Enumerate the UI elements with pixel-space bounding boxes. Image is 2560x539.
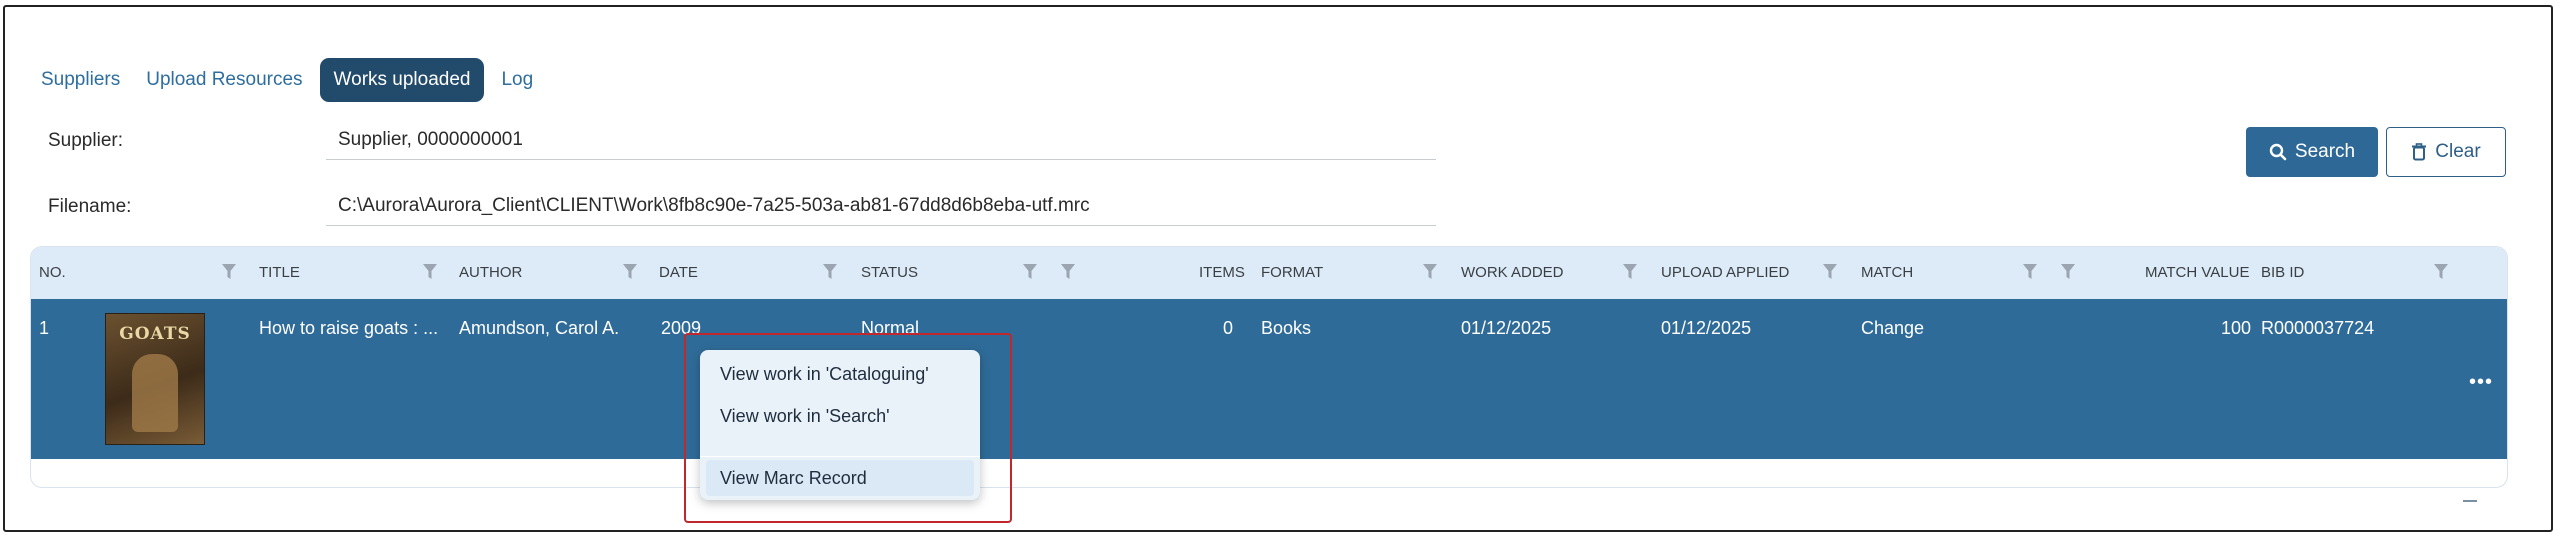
filter-icon[interactable] xyxy=(2061,264,2075,280)
more-icon[interactable]: ••• xyxy=(2469,371,2493,394)
cell-match: Change xyxy=(1861,318,1925,338)
scroll-indicator[interactable] xyxy=(2463,500,2477,502)
cell-title: How to raise goats : ... xyxy=(259,318,439,338)
trash-icon xyxy=(2412,143,2427,161)
cell-match-value: 100 xyxy=(2220,318,2251,338)
table-header: NO. TITLE AUTHOR DATE STATUS ITEMS FORMA… xyxy=(31,247,2507,299)
col-no[interactable]: NO. xyxy=(39,247,66,299)
filter-icon[interactable] xyxy=(222,264,236,280)
cover-figure xyxy=(132,354,178,432)
col-title[interactable]: TITLE xyxy=(259,247,300,299)
supplier-field[interactable] xyxy=(326,120,1436,160)
tab-log[interactable]: Log xyxy=(488,58,546,102)
menu-item-view-search[interactable]: View work in 'Search' xyxy=(720,406,890,427)
filter-icon[interactable] xyxy=(2434,264,2448,280)
tab-suppliers[interactable]: Suppliers xyxy=(28,58,133,102)
filter-icon[interactable] xyxy=(1423,264,1437,280)
context-menu: View work in 'Cataloguing' View work in … xyxy=(700,350,980,500)
cell-date: 2009 xyxy=(661,318,702,338)
tab-bar: Suppliers Upload Resources Works uploade… xyxy=(28,58,546,102)
clear-button[interactable]: Clear xyxy=(2386,127,2506,177)
menu-item-view-cataloguing[interactable]: View work in 'Cataloguing' xyxy=(720,364,929,385)
supplier-label: Supplier: xyxy=(48,130,123,151)
col-work-added[interactable]: WORK ADDED xyxy=(1461,247,1564,299)
col-upload-applied[interactable]: UPLOAD APPLIED xyxy=(1661,247,1789,299)
cell-items: 0 xyxy=(1222,318,1233,338)
menu-divider xyxy=(700,456,980,457)
cell-format: Books xyxy=(1261,318,1312,338)
search-button[interactable]: Search xyxy=(2246,127,2378,177)
clear-button-label: Clear xyxy=(2435,141,2481,162)
book-cover-thumbnail[interactable]: GOATS xyxy=(105,313,205,445)
col-items[interactable]: ITEMS xyxy=(1199,247,1245,299)
filter-icon[interactable] xyxy=(1023,264,1037,280)
cell-no: 1 xyxy=(39,318,50,338)
col-format[interactable]: FORMAT xyxy=(1261,247,1323,299)
filter-icon[interactable] xyxy=(623,264,637,280)
table-row[interactable]: 1 GOATS How to raise goats : ... Amundso… xyxy=(31,299,2507,459)
cell-upload-applied: 01/12/2025 xyxy=(1661,318,1752,338)
cell-author: Amundson, Carol A. xyxy=(459,318,620,338)
cell-status: Normal xyxy=(861,318,920,338)
col-bib-id[interactable]: BIB ID xyxy=(2261,247,2304,299)
col-date[interactable]: DATE xyxy=(659,247,698,299)
filter-icon[interactable] xyxy=(823,264,837,280)
results-table: NO. TITLE AUTHOR DATE STATUS ITEMS FORMA… xyxy=(30,246,2508,488)
filename-label: Filename: xyxy=(48,196,132,217)
col-match[interactable]: MATCH xyxy=(1861,247,1913,299)
filter-icon[interactable] xyxy=(1061,264,1075,280)
menu-item-view-marc-record[interactable]: View Marc Record xyxy=(720,468,867,489)
search-button-label: Search xyxy=(2294,141,2356,162)
filter-icon[interactable] xyxy=(423,264,437,280)
filter-icon[interactable] xyxy=(1623,264,1637,280)
tab-upload-resources[interactable]: Upload Resources xyxy=(133,58,315,102)
col-author[interactable]: AUTHOR xyxy=(459,247,522,299)
cell-work-added: 01/12/2025 xyxy=(1461,318,1552,338)
cover-title: GOATS xyxy=(119,324,191,344)
filter-icon[interactable] xyxy=(2023,264,2037,280)
filename-field[interactable] xyxy=(326,186,1436,226)
col-match-value[interactable]: MATCH VALUE xyxy=(2145,247,2249,299)
search-icon xyxy=(2269,143,2287,161)
filter-icon[interactable] xyxy=(1823,264,1837,280)
cell-bib-id: R0000037724 xyxy=(2261,318,2375,338)
tab-works-uploaded[interactable]: Works uploaded xyxy=(319,58,485,102)
col-status[interactable]: STATUS xyxy=(861,247,918,299)
